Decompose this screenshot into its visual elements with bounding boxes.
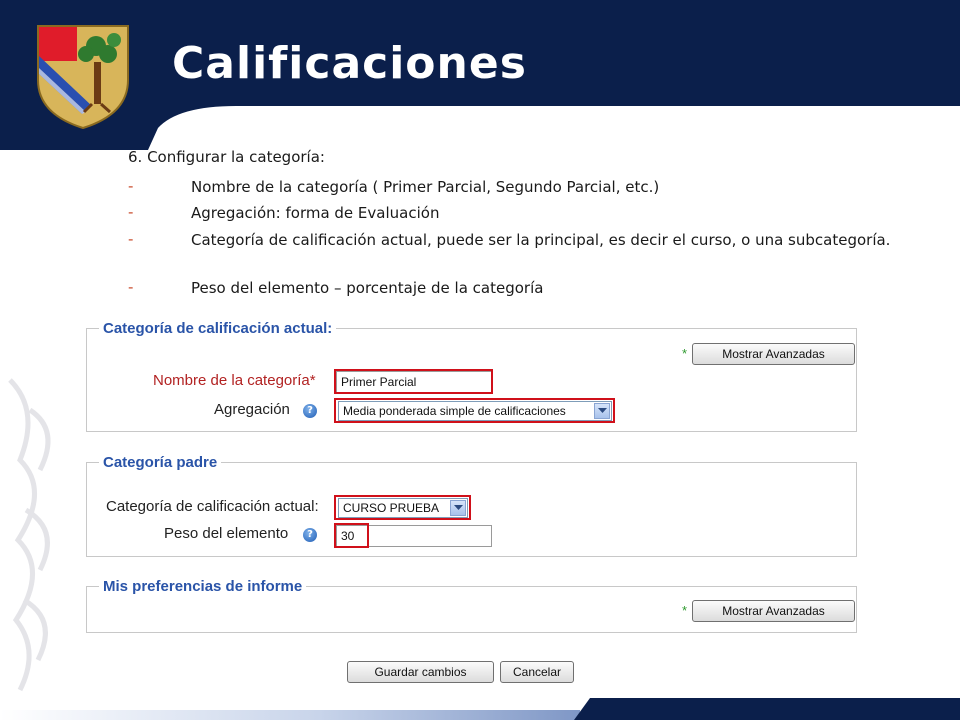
advanced-marker: * [682, 603, 688, 618]
instruction-text: Agregación: forma de Evaluación [191, 204, 440, 222]
show-advanced-button[interactable]: Mostrar Avanzadas [692, 343, 855, 365]
section-legend: Mis preferencias de informe [103, 578, 303, 595]
parent-category-select[interactable]: CURSO PRUEBA [338, 498, 468, 518]
chevron-down-icon[interactable] [450, 500, 466, 516]
category-name-input[interactable]: Primer Parcial [336, 371, 492, 393]
chevron-down-icon[interactable] [594, 403, 610, 419]
footer-banner [0, 698, 960, 720]
item-weight-input[interactable]: 30 [336, 525, 492, 547]
category-name-label-text: Nombre de la categoría [153, 372, 310, 389]
bullet-marker: - [128, 278, 134, 296]
show-advanced-button[interactable]: Mostrar Avanzadas [692, 600, 855, 622]
help-icon[interactable]: ? [303, 404, 317, 418]
slide-title: Calificaciones [172, 38, 527, 89]
coat-of-arms-icon [37, 25, 129, 130]
section-legend: Categoría padre [103, 454, 218, 471]
aggregation-select[interactable]: Media ponderada simple de calificaciones [338, 401, 612, 421]
cancel-button[interactable]: Cancelar [500, 661, 574, 683]
section-legend: Categoría de calificación actual: [103, 320, 333, 337]
instruction-text: Categoría de calificación actual, puede … [191, 231, 891, 249]
aggregation-selected-value: Media ponderada simple de calificaciones [343, 404, 566, 418]
instruction-text: Nombre de la categoría ( Primer Parcial,… [191, 178, 660, 196]
parent-category-label: Categoría de calificación actual: [106, 498, 319, 515]
save-changes-button[interactable]: Guardar cambios [347, 661, 494, 683]
parent-category-selected-value: CURSO PRUEBA [343, 501, 440, 515]
bullet-marker: - [128, 177, 134, 195]
instruction-text: Peso del elemento – porcentaje de la cat… [191, 279, 544, 297]
watermark-decoration [8, 378, 51, 692]
category-name-label: Nombre de la categoría* [153, 372, 316, 389]
bullet-marker: - [128, 230, 134, 248]
required-asterisk: * [309, 372, 316, 389]
bullet-marker: - [128, 203, 134, 221]
aggregation-label: Agregación [214, 401, 290, 418]
instructions-heading: 6. Configurar la categoría: [128, 148, 325, 166]
help-icon[interactable]: ? [303, 528, 317, 542]
advanced-marker: * [682, 346, 688, 361]
item-weight-label: Peso del elemento [164, 525, 289, 542]
